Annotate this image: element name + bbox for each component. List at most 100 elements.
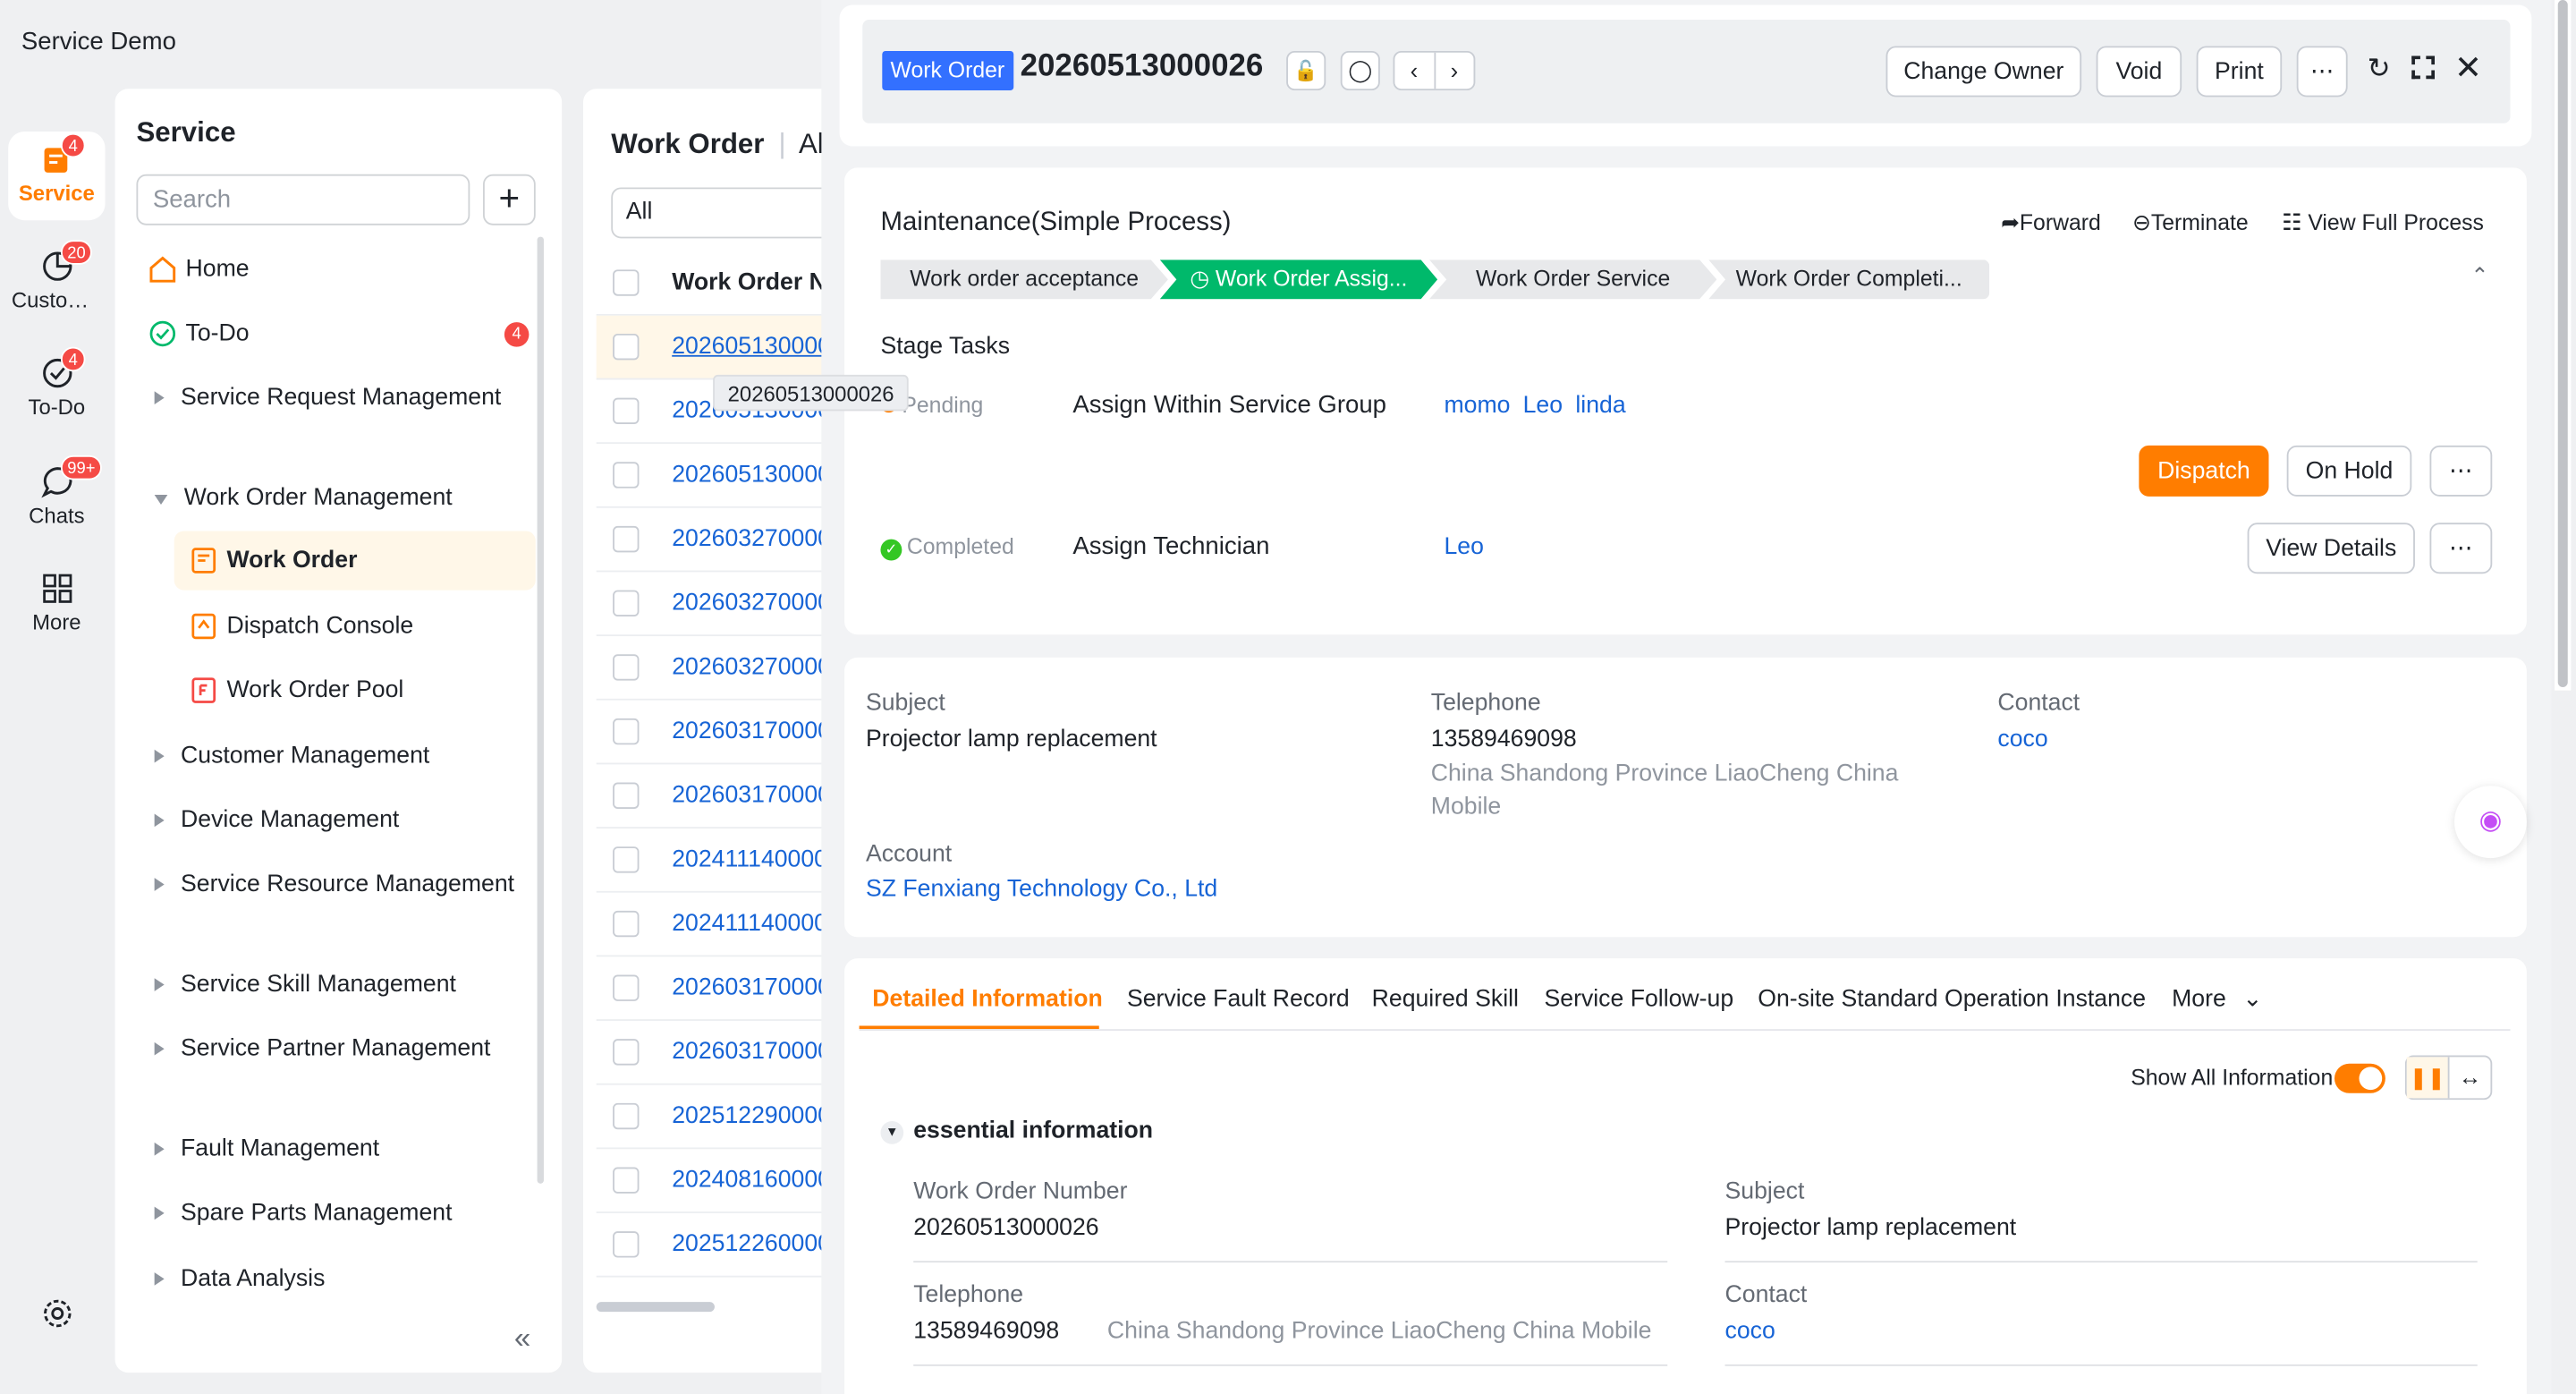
row-checkbox[interactable] [613, 1231, 640, 1258]
nav-service-resource[interactable]: Service Resource Management [148, 866, 537, 902]
chevron-right-icon[interactable]: › [1435, 53, 1473, 89]
work-order-link[interactable]: 2025122600002 [672, 1231, 829, 1257]
stage-completion[interactable]: Work Order Completi... [1708, 259, 1990, 300]
column-layout-icon[interactable]: ❚❚ [2406, 1057, 2450, 1099]
chevron-left-icon[interactable]: ‹ [1394, 52, 1436, 89]
nav-fault[interactable]: Fault Management [148, 1131, 537, 1167]
row-checkbox[interactable] [613, 397, 640, 425]
fullscreen-icon[interactable] [2411, 55, 2435, 80]
row-checkbox[interactable] [613, 1167, 640, 1194]
table-row[interactable]: 2026032700002 [596, 508, 830, 573]
show-all-toggle[interactable] [2334, 1063, 2385, 1093]
table-row[interactable]: 2026032700002 [596, 572, 830, 637]
nav-spare-parts[interactable]: Spare Parts Management [148, 1195, 537, 1231]
stage-service[interactable]: Work Order Service [1428, 259, 1717, 300]
work-order-link[interactable]: 2026032700002 [672, 526, 829, 552]
stretch-layout-icon[interactable]: ↔ [2450, 1057, 2491, 1098]
table-row[interactable]: 2026031700002 [596, 1021, 830, 1085]
settings-icon[interactable] [39, 1296, 75, 1331]
work-order-link[interactable]: 2026031700002 [672, 975, 829, 1001]
close-icon[interactable]: ✕ [2454, 47, 2482, 89]
row-checkbox[interactable] [613, 462, 640, 489]
rail-todo[interactable]: To-Do 4 [8, 345, 105, 436]
collapse-nav-icon[interactable]: « [514, 1322, 530, 1356]
row-checkbox[interactable] [613, 718, 640, 745]
table-row[interactable]: 2026051300002 [596, 315, 830, 380]
collapse-process-icon[interactable]: ⌃ [2470, 263, 2488, 289]
add-button[interactable]: + [482, 174, 536, 225]
row-checkbox[interactable] [613, 782, 640, 809]
nav-service-partner[interactable]: Service Partner Management [148, 1031, 537, 1067]
task-2-person-1[interactable]: Leo [1444, 534, 1483, 560]
vertical-scrollbar[interactable] [2555, 0, 2572, 691]
rail-customer[interactable]: Custom... 20 [8, 238, 105, 328]
row-checkbox[interactable] [613, 910, 640, 938]
work-order-link[interactable]: 2024111400002 [672, 846, 829, 872]
nav-todo[interactable]: To-Do [148, 316, 537, 352]
table-row[interactable]: 2026031700002 [596, 764, 830, 829]
work-order-link[interactable]: 2026031700002 [672, 718, 829, 744]
work-order-link[interactable]: 2024111400002 [672, 911, 829, 937]
nav-work-order-pool[interactable]: Work Order Pool [174, 661, 536, 720]
tab-detailed-information[interactable]: Detailed Information [872, 986, 1102, 1012]
work-order-link[interactable]: 2026051300002 [672, 462, 829, 488]
print-button[interactable]: Print [2196, 46, 2283, 98]
row-checkbox[interactable] [613, 1102, 640, 1130]
terminate-link[interactable]: ⊖Terminate [2132, 210, 2249, 236]
task-2-more-button[interactable]: ⋯ [2429, 523, 2493, 574]
section-essential-info[interactable]: ▼ essential information [880, 1118, 1153, 1144]
nav-customer[interactable]: Customer Management [148, 738, 537, 774]
work-order-link[interactable]: 2026032700002 [672, 654, 829, 680]
tab-on-site-sop[interactable]: On-site Standard Operation Instance [1758, 986, 2146, 1012]
table-row[interactable]: 2024111400002 [596, 829, 830, 893]
dispatch-button[interactable]: Dispatch [2139, 445, 2269, 497]
table-row[interactable]: 2026031700002 [596, 956, 830, 1021]
stage-assign[interactable]: ◷ Work Order Assig... [1159, 259, 1438, 300]
row-checkbox[interactable] [613, 590, 640, 616]
task-1-person-3[interactable]: linda [1575, 393, 1625, 419]
void-button[interactable]: Void [2096, 46, 2182, 98]
rail-chats[interactable]: Chats 99+ [8, 454, 105, 544]
work-order-link[interactable]: 2026031700002 [672, 1039, 829, 1065]
table-row[interactable]: 2025122600002 [596, 1213, 830, 1278]
row-checkbox[interactable] [613, 333, 640, 361]
row-checkbox[interactable] [613, 974, 640, 1001]
summary-contact[interactable]: coco [1997, 727, 2047, 752]
rail-service[interactable]: Service 4 [8, 131, 106, 221]
work-order-link[interactable]: 2025122900002 [672, 1103, 829, 1129]
nav-work-order-mgmt[interactable]: Work Order Management [148, 480, 537, 515]
nav-device[interactable]: Device Management [148, 803, 537, 838]
field-contact[interactable]: coco [1725, 1319, 1775, 1345]
filter-select[interactable]: All [611, 187, 830, 239]
summary-account[interactable]: SZ Fenxiang Technology Co., Ltd [866, 876, 1217, 902]
select-all-checkbox[interactable] [613, 269, 640, 296]
nav-home[interactable]: Home [148, 251, 537, 287]
rail-more[interactable]: More [8, 561, 105, 651]
tab-required-skill[interactable]: Required Skill [1372, 986, 1519, 1012]
row-checkbox[interactable] [613, 654, 640, 681]
task-1-more-button[interactable]: ⋯ [2429, 445, 2493, 497]
unlock-icon[interactable]: 🔓 [1286, 50, 1326, 91]
table-row[interactable]: 2024111400002 [596, 893, 830, 957]
task-1-person-1[interactable]: momo [1444, 393, 1510, 419]
work-order-link[interactable]: 2026051300002 [672, 334, 829, 360]
nav-service-request[interactable]: Service Request Management [148, 379, 537, 415]
nav-data-analysis[interactable]: Data Analysis [148, 1261, 537, 1296]
view-details-button[interactable]: View Details [2247, 523, 2415, 574]
task-1-person-2[interactable]: Leo [1523, 393, 1563, 419]
tab-more[interactable]: More ⌄ [2172, 986, 2262, 1012]
nav-dispatch-console[interactable]: Dispatch Console [174, 597, 536, 656]
view-full-process-link[interactable]: ☷ View Full Process [2282, 210, 2484, 236]
tab-service-fault-record[interactable]: Service Fault Record [1127, 986, 1350, 1012]
tag-icon[interactable]: ◯ [1340, 50, 1380, 91]
work-order-link[interactable]: 2024081600002 [672, 1167, 829, 1193]
row-checkbox[interactable] [613, 1039, 640, 1066]
table-row[interactable]: 2026032700002 [596, 636, 830, 701]
on-hold-button[interactable]: On Hold [2286, 445, 2412, 497]
search-input[interactable]: Search [136, 174, 470, 225]
table-row[interactable]: 2026031700002 [596, 701, 830, 765]
horizontal-scrollbar[interactable] [596, 1302, 715, 1313]
table-row[interactable]: 2026051300002 [596, 444, 830, 508]
nav-scrollbar[interactable] [537, 236, 544, 1184]
assistant-bot-icon[interactable]: ◉ [2454, 786, 2527, 859]
